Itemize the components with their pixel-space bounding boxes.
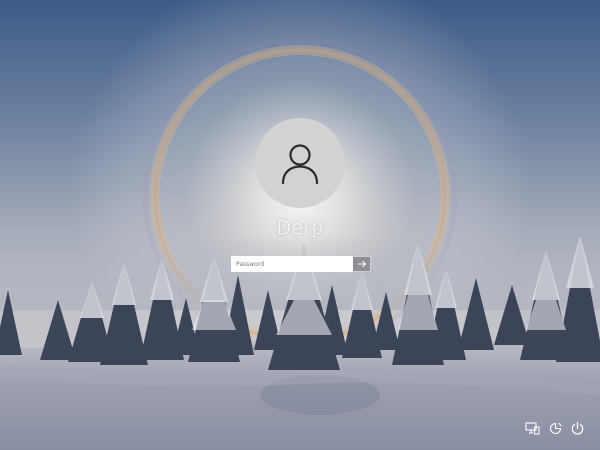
- power-icon[interactable]: [569, 420, 585, 436]
- lock-screen: Derp: [0, 0, 600, 450]
- user-avatar: [255, 118, 345, 208]
- arrow-right-icon: [357, 260, 366, 268]
- network-monitor-icon: [524, 421, 539, 434]
- user-name: Derp: [276, 217, 324, 239]
- ease-of-access-glyph-icon: [549, 422, 562, 434]
- user-icon: [281, 144, 319, 185]
- network-icon[interactable]: [524, 420, 540, 436]
- power-glyph-icon: [571, 421, 583, 435]
- ease-of-access-icon[interactable]: [547, 420, 563, 436]
- password-input[interactable]: [231, 256, 353, 272]
- password-row: [231, 256, 371, 272]
- submit-button[interactable]: [353, 256, 371, 272]
